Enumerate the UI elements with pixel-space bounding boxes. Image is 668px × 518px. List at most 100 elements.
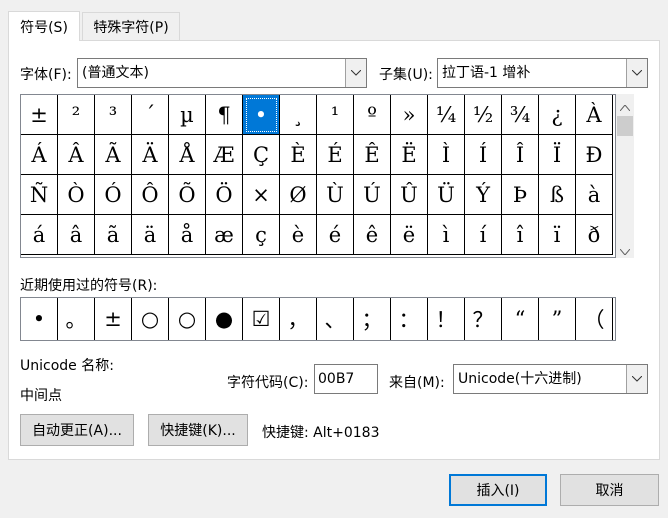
symbol-cell[interactable]: ß xyxy=(539,175,576,215)
symbol-cell[interactable]: ¼ xyxy=(428,95,465,135)
char-code-input[interactable]: 00B7 xyxy=(314,364,378,394)
symbol-cell[interactable]: Ã xyxy=(95,135,132,175)
tab-special-characters[interactable]: 特殊字符(P) xyxy=(82,12,180,40)
cancel-button[interactable]: 取消 xyxy=(560,474,659,506)
symbol-cell[interactable]: Å xyxy=(169,135,206,175)
recent-symbols-row[interactable]: •。 ± ○ ○ ● ☑，、；：！？ “” （ xyxy=(20,297,616,341)
symbol-cell[interactable]: ¸ xyxy=(280,95,317,135)
symbol-cell[interactable]: Û xyxy=(391,175,428,215)
symbol-cell[interactable]: È xyxy=(280,135,317,175)
symbol-cell[interactable]: Õ xyxy=(169,175,206,215)
tab-symbols[interactable]: 符号(S) xyxy=(8,11,80,41)
symbol-cell[interactable]: î xyxy=(502,215,539,255)
symbol-cell[interactable]: Ý xyxy=(465,175,502,215)
symbol-cell[interactable]: ¿ xyxy=(539,95,576,135)
symbol-cell[interactable]: Â xyxy=(58,135,95,175)
symbol-cell[interactable]: â xyxy=(58,215,95,255)
symbol-cell[interactable]: Í xyxy=(465,135,502,175)
symbol-cell[interactable]: ë xyxy=(391,215,428,255)
symbol-cell[interactable]: ï xyxy=(539,215,576,255)
recent-symbol-cell[interactable]: 。 xyxy=(58,298,95,340)
symbol-cell[interactable]: É xyxy=(317,135,354,175)
recent-symbol-cell[interactable]: “ xyxy=(502,298,539,340)
symbol-cell[interactable]: × xyxy=(243,175,280,215)
symbol-cell[interactable]: ¾ xyxy=(502,95,539,135)
symbol-cell[interactable]: Ó xyxy=(95,175,132,215)
symbol-cell[interactable]: è xyxy=(280,215,317,255)
symbol-cell[interactable]: å xyxy=(169,215,206,255)
symbol-cell[interactable]: ê xyxy=(354,215,391,255)
recent-symbol-cell[interactable]: 、 xyxy=(317,298,354,340)
recent-symbol-cell[interactable]: ？ xyxy=(465,298,502,340)
symbol-cell[interactable]: ì xyxy=(428,215,465,255)
symbol-cell[interactable]: í xyxy=(465,215,502,255)
recent-symbol-cell[interactable]: • xyxy=(21,298,58,340)
symbol-cell[interactable]: Ê xyxy=(354,135,391,175)
shortcut-key-button[interactable]: 快捷键(K)... xyxy=(148,414,248,446)
symbol-cell[interactable]: Ì xyxy=(428,135,465,175)
scroll-thumb[interactable] xyxy=(617,116,633,136)
symbol-cell[interactable]: Þ xyxy=(502,175,539,215)
chevron-down-icon[interactable] xyxy=(626,59,647,87)
symbol-cell[interactable]: Î xyxy=(502,135,539,175)
symbol-grid[interactable]: ± ² ³ ´ µ ¶ • ¸ ¹ º» ¼ ½ ¾ ¿ À Á Â Ã Ä Å Æ Ç È É Ê Ë Ì Í Î Ï Ð Ñ Ò Ó Ô Õ Ö × Ø… xyxy=(20,94,616,258)
symbol-cell[interactable]: é xyxy=(317,215,354,255)
symbol-cell[interactable]: à xyxy=(576,175,613,215)
from-combobox[interactable]: Unicode(十六进制) xyxy=(453,364,648,394)
symbol-cell[interactable]: æ xyxy=(206,215,243,255)
symbol-cell[interactable]: » xyxy=(391,95,428,135)
symbol-cell[interactable]: À xyxy=(576,95,613,135)
recent-symbol-cell[interactable]: ☑ xyxy=(243,298,280,340)
symbol-cell[interactable]: Ò xyxy=(58,175,95,215)
symbol-cell[interactable]: Ð xyxy=(576,135,613,175)
symbol-cell[interactable]: ¹ xyxy=(317,95,354,135)
symbol-cell[interactable]: á xyxy=(21,215,58,255)
symbol-cell[interactable]: ² xyxy=(58,95,95,135)
symbol-cell[interactable]: Ô xyxy=(132,175,169,215)
symbol-cell[interactable]: ³ xyxy=(95,95,132,135)
recent-symbol-cell[interactable]: ○ xyxy=(169,298,206,340)
recent-symbol-cell[interactable]: ● xyxy=(206,298,243,340)
symbol-cell[interactable]: ½ xyxy=(465,95,502,135)
recent-symbol-cell[interactable]: ！ xyxy=(428,298,465,340)
symbol-grid-scrollbar[interactable] xyxy=(616,94,634,258)
recent-symbol-cell[interactable]: ± xyxy=(95,298,132,340)
symbol-cell[interactable]: ± xyxy=(21,95,58,135)
symbol-cell[interactable]: ð xyxy=(576,215,613,255)
symbol-cell[interactable]: Ï xyxy=(539,135,576,175)
symbol-cell[interactable]: Ç xyxy=(243,135,280,175)
symbol-cell[interactable]: º xyxy=(354,95,391,135)
symbol-cell[interactable]: Ö xyxy=(206,175,243,215)
scroll-up-arrow-icon[interactable] xyxy=(619,100,631,115)
symbol-cell[interactable]: Á xyxy=(21,135,58,175)
font-combobox[interactable]: (普通文本) xyxy=(77,58,367,88)
insert-button[interactable]: 插入(I) xyxy=(449,474,547,506)
symbol-cell[interactable]: Ü xyxy=(428,175,465,215)
recent-symbol-cell[interactable]: ： xyxy=(391,298,428,340)
recent-symbol-cell[interactable]: （ xyxy=(576,298,613,340)
symbol-cell[interactable]: Ë xyxy=(391,135,428,175)
symbol-cell[interactable]: ¶ xyxy=(206,95,243,135)
recent-symbol-cell[interactable]: ； xyxy=(354,298,391,340)
symbol-cell[interactable]: ç xyxy=(243,215,280,255)
symbol-cell[interactable]: Ñ xyxy=(21,175,58,215)
autocorrect-button[interactable]: 自动更正(A)... xyxy=(20,414,134,446)
symbol-cell[interactable]: Ø xyxy=(280,175,317,215)
symbol-cell[interactable]: ´ xyxy=(132,95,169,135)
recent-symbol-cell[interactable]: ” xyxy=(539,298,576,340)
symbol-cell[interactable]: Ù xyxy=(317,175,354,215)
symbol-cell[interactable]: • xyxy=(243,95,280,135)
chevron-down-icon[interactable] xyxy=(345,59,366,87)
symbol-cell[interactable]: µ xyxy=(169,95,206,135)
symbol-cell[interactable]: ä xyxy=(132,215,169,255)
recent-symbols-label: 近期使用过的符号(R): xyxy=(20,278,158,294)
chevron-down-icon[interactable] xyxy=(626,365,647,393)
symbol-cell[interactable]: Ä xyxy=(132,135,169,175)
recent-symbol-cell[interactable]: ， xyxy=(280,298,317,340)
symbol-cell[interactable]: ã xyxy=(95,215,132,255)
subset-combobox[interactable]: 拉丁语-1 增补 xyxy=(437,58,648,88)
scroll-down-arrow-icon[interactable] xyxy=(619,244,631,259)
symbol-cell[interactable]: Æ xyxy=(206,135,243,175)
recent-symbol-cell[interactable]: ○ xyxy=(132,298,169,340)
symbol-cell[interactable]: Ú xyxy=(354,175,391,215)
